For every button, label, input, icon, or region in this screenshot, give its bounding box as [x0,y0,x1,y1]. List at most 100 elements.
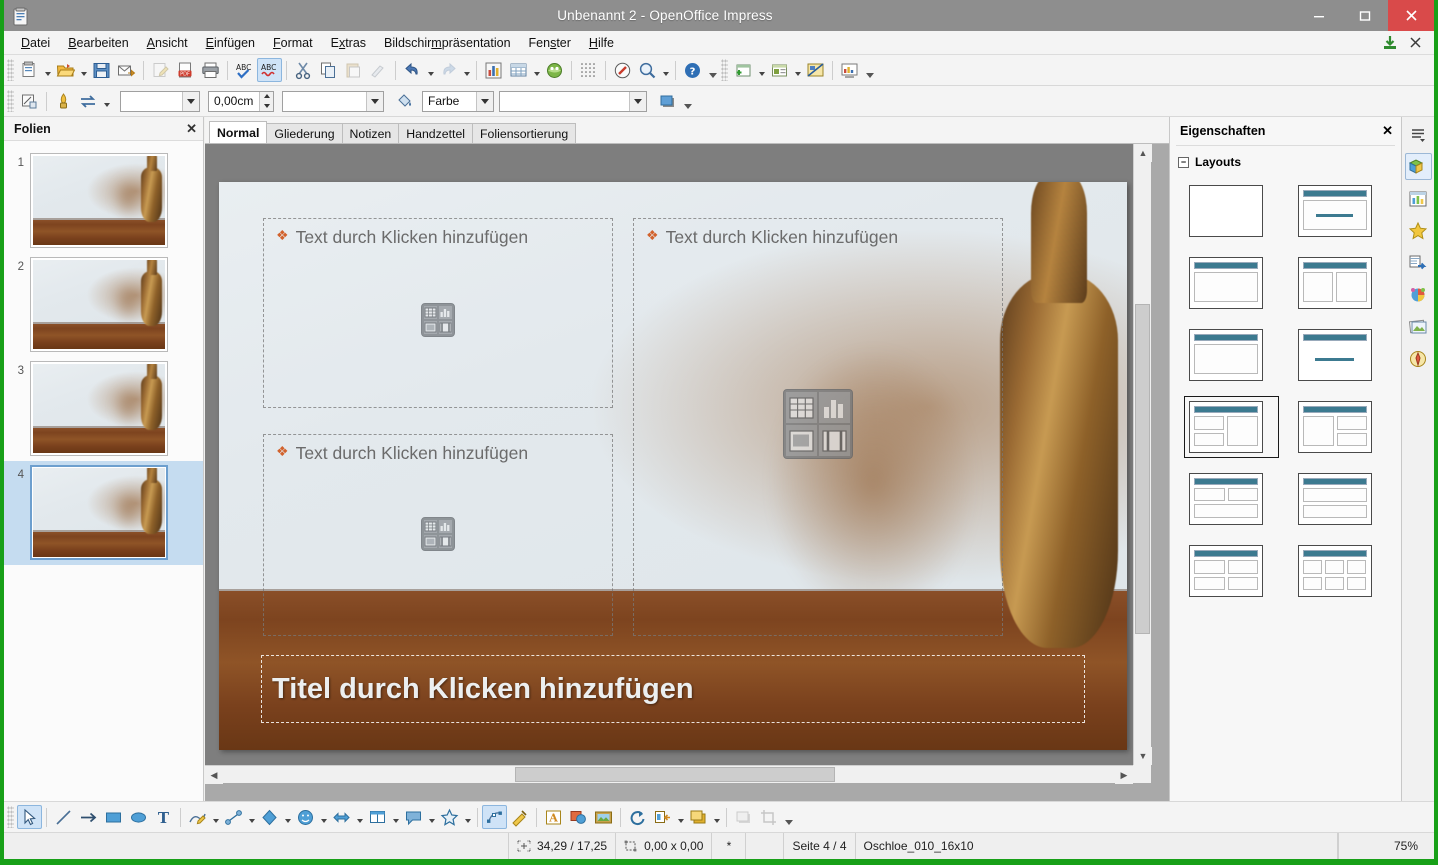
scroll-left-arrow[interactable]: ◀ [205,766,223,784]
outline-placeholder-bottom-left[interactable]: ❖ Text durch Klicken hinzufügen [263,434,613,636]
ellipse-tool-button[interactable] [126,805,151,829]
layout-blank[interactable] [1184,180,1279,242]
fill-type-combo[interactable]: Farbe [422,91,494,112]
redo-button[interactable] [436,58,461,82]
send-email-button[interactable] [114,58,139,82]
arrows-swap-button[interactable] [76,89,101,113]
menu-datei[interactable]: Datei [12,33,59,53]
insert-image-quadrant-icon[interactable] [424,321,437,334]
layout-two-content-left-big[interactable] [1184,396,1279,458]
slide-thumbnail-3[interactable]: 3 [4,357,203,461]
drawing-toolbar-overflow-button[interactable] [783,805,794,829]
help-button[interactable]: ? [680,58,705,82]
slide-preview-1[interactable] [30,153,168,248]
curve-tool-dropdown[interactable] [210,805,221,829]
undo-button[interactable] [400,58,425,82]
line-toolbar-grip[interactable] [7,90,14,112]
fontwork-button[interactable]: A [541,805,566,829]
layout-title-content[interactable] [1293,180,1388,242]
line-width-field[interactable]: 0,00cm [208,91,274,112]
clone-formatting-button[interactable] [366,58,391,82]
line-color-arrow[interactable] [366,92,383,111]
slide-preview-2[interactable] [30,257,168,352]
layout-one-top-two-bottom[interactable] [1293,468,1388,530]
slide-preview-4[interactable] [30,465,168,560]
insert-chart-quadrant-icon[interactable] [439,306,452,319]
insert-table-quadrant-icon[interactable] [424,520,437,533]
line-color-combo[interactable] [282,91,384,112]
vertical-scroll-thumb[interactable] [1135,304,1150,634]
stars-button[interactable] [437,805,462,829]
zoom-level-cell[interactable]: 75% [1338,833,1434,859]
zoom-dropdown[interactable] [660,58,671,82]
insert-table-dropdown[interactable] [531,58,542,82]
arrange-dropdown[interactable] [711,805,722,829]
line-toolbar-overflow-button[interactable] [682,89,693,113]
menu-bearbeiten[interactable]: Bearbeiten [59,33,137,53]
slides-list[interactable]: 1 2 3 4 [4,141,203,801]
tab-gliederung[interactable]: Gliederung [266,123,342,143]
slide-editing-canvas[interactable]: ❖ Text durch Klicken hinzufügen [219,182,1127,750]
arrow-tool-button[interactable] [76,805,101,829]
toolbar-grip[interactable] [7,59,14,81]
arrange-button[interactable] [686,805,711,829]
open-document-button[interactable] [53,58,78,82]
edit-file-button[interactable] [148,58,173,82]
save-button[interactable] [89,58,114,82]
glue-points-button[interactable] [507,805,532,829]
connector-tool-button[interactable] [221,805,246,829]
sidebar-navigator[interactable] [1405,345,1432,372]
menu-bildschirmpraesentation[interactable]: Bildschirmpräsentation [375,33,519,53]
menu-format[interactable]: Format [264,33,322,53]
line-and-filling-style-button[interactable] [17,89,42,113]
insert-chart-quadrant-icon[interactable] [819,392,850,423]
layout-centered-text[interactable] [1293,324,1388,386]
copy-button[interactable] [316,58,341,82]
insert-image-quadrant-icon[interactable] [786,425,817,456]
symbol-shapes-button[interactable] [293,805,318,829]
sidebar-settings-menu[interactable] [1405,121,1432,148]
close-button[interactable] [1388,0,1434,31]
menu-extras[interactable]: Extras [322,33,375,53]
insert-movie-quadrant-icon[interactable] [819,425,850,456]
presentation-toolbar-overflow-button[interactable] [864,58,875,82]
layout-title-two-content[interactable] [1293,252,1388,314]
tab-normal[interactable]: Normal [209,121,267,143]
sidebar-slide-transition[interactable] [1405,249,1432,276]
slide-thumbnail-1[interactable]: 1 [4,149,203,253]
from-file-button[interactable] [566,805,591,829]
sidebar-custom-animation[interactable] [1405,281,1432,308]
slide-preview-3[interactable] [30,361,168,456]
layouts-collapse-icon[interactable]: − [1178,157,1189,168]
line-tool-button[interactable] [51,805,76,829]
sidebar-gallery[interactable] [1405,313,1432,340]
flowchart-button[interactable] [365,805,390,829]
autospellcheck-button[interactable]: ABC [257,58,282,82]
display-grid-button[interactable] [576,58,601,82]
block-arrows-button[interactable] [329,805,354,829]
new-slide-button[interactable] [731,58,756,82]
maximize-button[interactable] [1342,0,1388,31]
callouts-dropdown[interactable] [426,805,437,829]
layouts-section-header[interactable]: − Layouts [1170,152,1401,172]
print-button[interactable] [198,58,223,82]
outline-placeholder-top-left[interactable]: ❖ Text durch Klicken hinzufügen [263,218,613,408]
toolbar-grip-2[interactable] [721,59,728,81]
close-document-icon[interactable] [1409,36,1422,49]
insert-table-quadrant-icon[interactable] [786,392,817,423]
redo-dropdown[interactable] [461,58,472,82]
cut-button[interactable] [291,58,316,82]
title-placeholder[interactable]: Titel durch Klicken hinzufügen [261,655,1085,723]
outline-placeholder-right[interactable]: ❖ Text durch Klicken hinzufügen [633,218,1003,636]
insert-table-quadrant-icon[interactable] [424,306,437,319]
paint-bucket-button[interactable] [392,89,417,113]
menu-ansicht[interactable]: Ansicht [138,33,197,53]
callouts-button[interactable] [401,805,426,829]
drawing-toolbar-grip[interactable] [7,806,14,828]
menu-einfuegen[interactable]: Einfügen [197,33,264,53]
curve-tool-button[interactable] [185,805,210,829]
slide-thumbnail-4[interactable]: 4 [4,461,203,565]
basic-shapes-button[interactable] [257,805,282,829]
zoom-button[interactable] [635,58,660,82]
open-document-dropdown[interactable] [78,58,89,82]
